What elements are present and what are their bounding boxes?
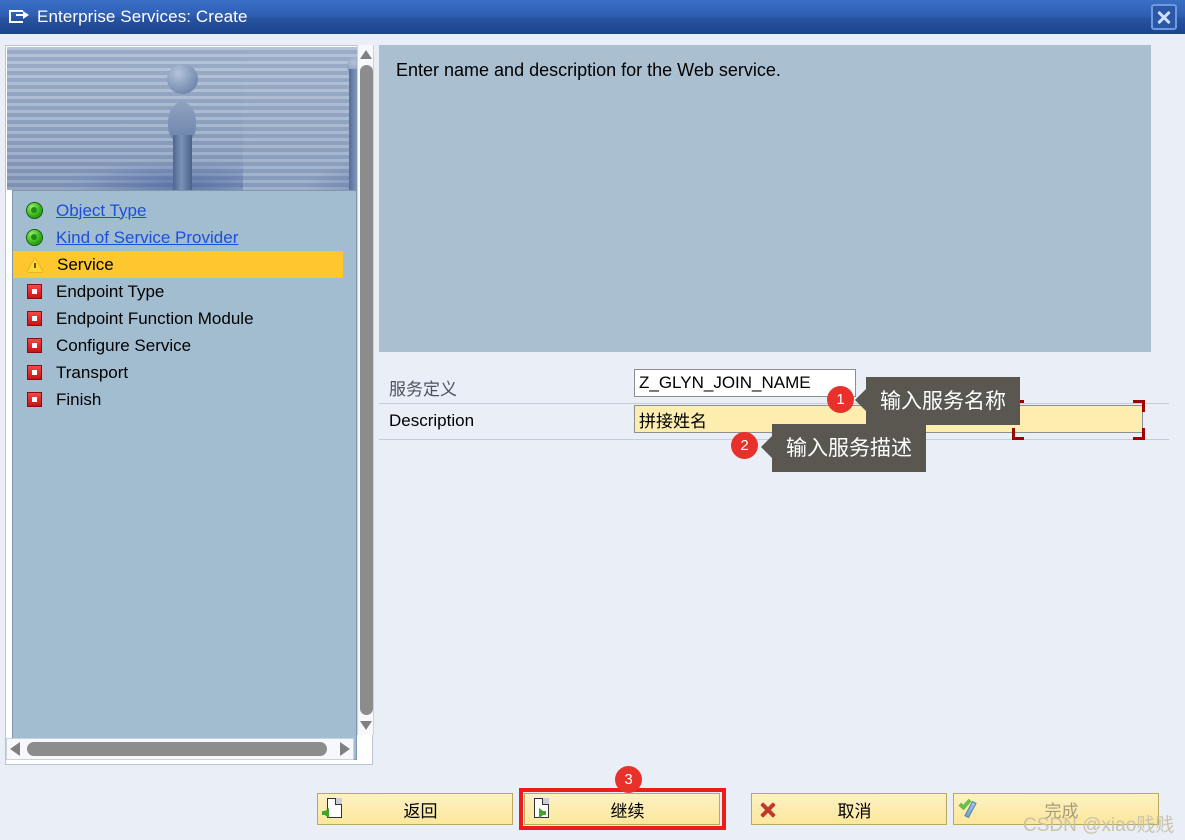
service-definition-input[interactable] [634,369,856,397]
status-pending-icon [27,365,42,380]
annotation-callout-1-text: 输入服务名称 [880,390,1006,413]
continue-button[interactable]: 继续 [524,793,720,825]
scroll-left-icon[interactable] [10,742,20,756]
back-button[interactable]: 返回 [317,793,513,825]
roadmap-item-label: Endpoint Function Module [56,308,254,328]
roadmap-item-endpoint-function-module[interactable]: Endpoint Function Module [13,305,356,332]
horizontal-scroll-thumb[interactable] [27,742,327,756]
roadmap-item-label: Finish [56,389,102,409]
roadmap-item-finish[interactable]: Finish [13,386,356,413]
back-button-label: 返回 [403,801,438,821]
roadmap-item-object-type[interactable]: Object Type [13,197,356,224]
cancel-x-icon [755,795,781,823]
sidebar-horizontal-scrollbar[interactable] [6,738,354,760]
annotation-callout-2: 输入服务描述 [761,424,926,472]
status-pending-icon [27,311,42,326]
roadmap-item-transport[interactable]: Transport [13,359,356,386]
document-next-icon [528,795,554,823]
csdn-watermark: CSDN @xiao贱贱 [1023,815,1175,836]
instruction-panel: Enter name and description for the Web s… [379,45,1151,352]
status-pending-icon [27,338,42,353]
instruction-text: Enter name and description for the Web s… [396,60,781,80]
annotation-callout-1: 输入服务名称 [855,377,1020,425]
roadmap-item-configure-service[interactable]: Configure Service [13,332,356,359]
enterprise-services-create-window: Enterprise Services: Create Object Type K… [0,0,1185,840]
continue-button-label: 继续 [610,801,645,821]
status-done-icon [27,203,42,218]
focus-corner-top-right [1133,400,1145,412]
scroll-right-icon[interactable] [340,742,350,756]
check-pen-icon [957,795,983,823]
roadmap-item-endpoint-type[interactable]: Endpoint Type [13,278,356,305]
vertical-scroll-thumb[interactable] [360,65,373,715]
roadmap-item-label: Transport [56,362,129,382]
annotation-badge-1: 1 [827,386,854,413]
status-pending-icon [27,392,42,407]
status-done-icon [27,230,42,245]
annotation-badge-3: 3 [615,766,642,793]
focus-corner-bottom-left [1012,428,1024,440]
roadmap-item-label: Service [57,254,114,274]
roadmap-item-label: Object Type [56,200,147,220]
status-warning-icon [27,257,43,272]
sidebar-vertical-scrollbar[interactable] [357,45,374,735]
roadmap-item-label: Endpoint Type [56,281,165,301]
service-definition-row: 服务定义 [379,368,1169,404]
annotation-callout-2-text: 输入服务描述 [786,437,912,460]
roadmap-item-label: Configure Service [56,335,192,355]
window-titlebar: Enterprise Services: Create [0,0,1185,34]
annotation-badge-2: 2 [731,432,758,459]
roadmap-item-service[interactable]: Service [13,251,343,278]
service-definition-label: 服务定义 [389,380,457,399]
close-icon[interactable] [1151,4,1177,30]
roadmap-step-list: Object Type Kind of Service Provider Servi… [12,190,357,760]
window-create-icon [9,9,29,25]
footer-button-bar: 返回 继续 取消 完成 [0,788,1185,840]
roadmap-item-kind-of-service-provider[interactable]: Kind of Service Provider [13,224,356,251]
scroll-down-icon[interactable] [360,721,372,730]
scroll-up-icon[interactable] [360,50,372,59]
roadmap-item-label: Kind of Service Provider [56,227,239,247]
status-pending-icon [27,284,42,299]
window-title: Enterprise Services: Create [37,7,248,26]
water-droplet-decoration-image [7,47,357,190]
cancel-button[interactable]: 取消 [751,793,947,825]
description-label: Description [389,411,475,430]
document-back-icon [321,795,347,823]
roadmap-panel: Object Type Kind of Service Provider Servi… [5,45,373,765]
cancel-button-label: 取消 [837,801,872,821]
focus-corner-bottom-right [1133,428,1145,440]
